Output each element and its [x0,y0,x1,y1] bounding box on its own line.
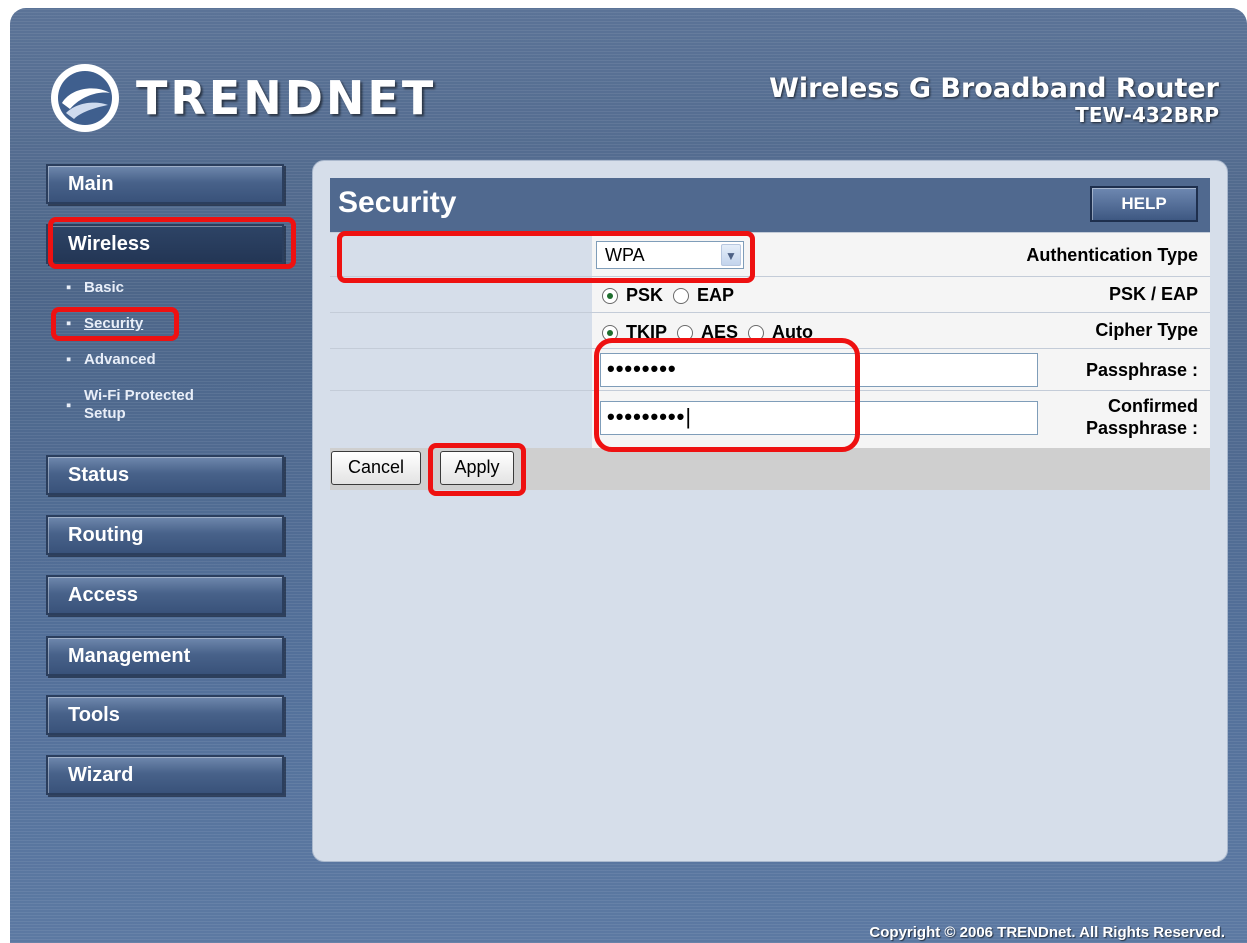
nav-access-label: Access [68,584,139,606]
passphrase-input[interactable]: •••••••• [600,353,1038,387]
tkip-radio[interactable] [602,324,618,341]
auth-type-value: WPA [605,245,645,265]
nav-status-button[interactable]: Status [46,455,284,495]
logo-swirl-icon [51,64,119,132]
sidebar-item-wps-label-2: Setup [84,405,126,422]
eap-radio[interactable] [673,287,690,304]
confirm-label-line2: Passphrase : [1085,418,1198,438]
cipher-label-cell [330,313,592,349]
page-title-bar [330,178,1210,232]
eap-radio-label: EAP [697,285,735,305]
cipher-type-label: Cipher Type [1095,320,1198,340]
auth-type-select[interactable]: WPA ▼ [596,241,744,269]
nav-routing-label: Routing [68,524,144,546]
logo-text: TRENDNET [136,71,437,125]
sidebar-item-advanced-label: Advanced [84,351,156,368]
aes-radio-label: AES [701,322,739,342]
nav-wireless-label: Wireless [68,233,151,255]
product-header: Wireless G Broadband Router TEW-432BRP [769,73,1219,127]
psk-radio-label: PSK [626,285,664,305]
sidebar-item-wps-label-1: Wi-Fi Protected [84,387,194,404]
sidebar-item-security[interactable]: ▪ Security [66,315,143,332]
cancel-button[interactable]: Cancel [331,451,421,485]
confirm-passphrase-value: ••••••••• [607,404,686,429]
psk-eap-options: PSK EAP [602,285,744,306]
sidebar-item-security-label: Security [84,315,144,332]
aes-radio[interactable] [677,324,694,341]
sidebar-item-wps[interactable]: ▪ Wi-Fi Protected Setup [66,387,194,423]
auth-type-row: Authentication Type WPA ▼ [330,232,1210,277]
nav-wizard-button[interactable]: Wizard [46,755,284,795]
psk-radio[interactable] [602,287,618,304]
nav-tools-button[interactable]: Tools [46,695,284,735]
passphrase-label-cell [330,349,592,391]
help-button[interactable]: HELP [1090,186,1198,222]
auto-radio-label: Auto [772,322,814,342]
nav-wizard-label: Wizard [68,764,134,786]
nav-access-button[interactable]: Access [46,575,284,615]
confirm-passphrase-row: Confirmed Passphrase : •••••••••| [330,390,1210,449]
apply-button[interactable]: Apply [440,451,514,485]
page-title: Security [338,186,457,219]
chevron-down-icon: ▼ [721,244,741,266]
product-name: Wireless G Broadband Router [769,73,1219,104]
sidebar-item-basic-label: Basic [84,279,125,296]
cipher-type-row: Cipher Type TKIP AES Auto [330,312,1210,349]
sidebar-item-advanced[interactable]: ▪ Advanced [66,351,156,368]
auth-type-label: Authentication Type [1026,245,1198,265]
confirm-label-cell [330,391,592,449]
nav-tools-label: Tools [68,704,120,726]
nav-main-button[interactable]: Main [46,164,284,204]
auth-type-label-cell [330,233,592,277]
auto-radio[interactable] [748,324,765,341]
nav-main-label: Main [68,173,114,195]
nav-status-label: Status [68,464,130,486]
copyright-text: Copyright © 2006 TRENDnet. All Rights Re… [869,924,1225,941]
trendnet-logo: TRENDNET [48,58,436,138]
sidebar-item-basic[interactable]: ▪ Basic [66,279,124,296]
psk-eap-label: PSK / EAP [1108,284,1198,304]
passphrase-row: Passphrase : •••••••• [330,348,1210,391]
nav-wireless-button[interactable]: Wireless [46,224,284,264]
nav-management-button[interactable]: Management [46,636,284,676]
nav-management-label: Management [68,645,191,667]
psk-eap-row: PSK / EAP PSK EAP [330,276,1210,313]
tkip-radio-label: TKIP [626,322,668,342]
cipher-options: TKIP AES Auto [602,322,823,343]
psk-eap-label-cell [330,277,592,313]
nav-routing-button[interactable]: Routing [46,515,284,555]
product-model: TEW-432BRP [1075,103,1219,127]
confirm-passphrase-input[interactable]: •••••••••| [600,401,1038,435]
confirm-label-line1: Confirmed [1108,396,1198,416]
